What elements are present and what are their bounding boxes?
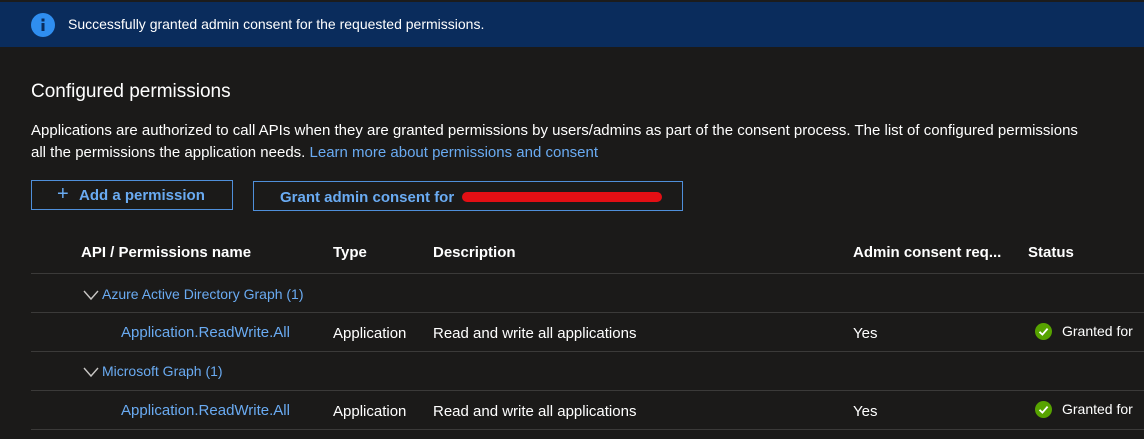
app-page: Successfully granted admin consent for t… xyxy=(0,0,1144,439)
row-divider xyxy=(31,312,1144,313)
chevron-down-icon xyxy=(83,290,99,301)
description-line-1: Applications are authorized to call APIs… xyxy=(31,122,1078,139)
permission-link[interactable]: Application.ReadWrite.All xyxy=(121,402,290,419)
add-permission-button[interactable]: + Add a permission xyxy=(31,180,233,210)
description-line-2: all the permissions the application need… xyxy=(31,142,1144,164)
check-circle-icon xyxy=(1035,323,1052,340)
group-azure-ad-graph[interactable]: Azure Active Directory Graph (1) xyxy=(82,286,304,302)
row-divider xyxy=(31,390,1144,391)
redaction-mark xyxy=(462,192,662,202)
row-divider xyxy=(31,429,1144,430)
group-name: Azure Active Directory Graph (1) xyxy=(102,286,304,302)
permission-description: Read and write all applications xyxy=(433,325,637,342)
plus-icon: + xyxy=(57,183,69,205)
permission-link[interactable]: Application.ReadWrite.All xyxy=(121,324,290,341)
status-text: Granted for xyxy=(1062,323,1133,339)
row-divider xyxy=(31,351,1144,352)
section-description: Applications are authorized to call APIs… xyxy=(31,120,1144,164)
group-name: Microsoft Graph (1) xyxy=(102,363,223,379)
permission-type: Application xyxy=(333,325,407,342)
header-status[interactable]: Status xyxy=(1028,244,1074,261)
header-api-permission-name[interactable]: API / Permissions name xyxy=(81,244,251,261)
description-line-2-text: all the permissions the application need… xyxy=(31,144,306,161)
admin-consent-value: Yes xyxy=(853,325,878,342)
group-microsoft-graph[interactable]: Microsoft Graph (1) xyxy=(82,363,223,379)
chevron-down-icon xyxy=(83,367,99,378)
check-circle-icon xyxy=(1035,401,1052,418)
add-permission-label: Add a permission xyxy=(79,187,205,204)
section-title: Configured permissions xyxy=(31,81,231,102)
banner-message: Successfully granted admin consent for t… xyxy=(68,16,485,32)
header-divider xyxy=(31,273,1144,274)
permission-description: Read and write all applications xyxy=(433,403,637,420)
admin-consent-value: Yes xyxy=(853,403,878,420)
permission-type: Application xyxy=(333,403,407,420)
learn-more-link[interactable]: Learn more about permissions and consent xyxy=(310,144,599,161)
header-type[interactable]: Type xyxy=(333,244,367,261)
success-notification-banner: Successfully granted admin consent for t… xyxy=(0,0,1144,47)
header-description[interactable]: Description xyxy=(433,244,516,261)
grant-admin-consent-label: Grant admin consent for xyxy=(280,189,455,206)
info-icon xyxy=(31,13,55,37)
status-text: Granted for xyxy=(1062,401,1133,417)
header-admin-consent-required[interactable]: Admin consent req... xyxy=(853,244,1001,261)
